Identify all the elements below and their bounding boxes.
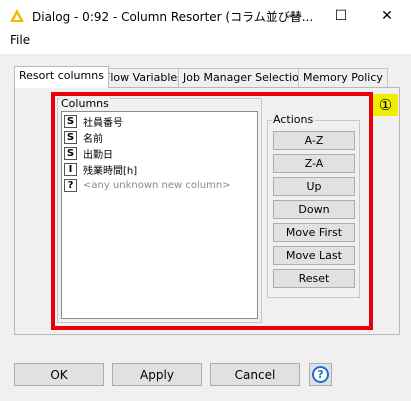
ok-button[interactable]: OK bbox=[14, 363, 104, 386]
apply-button[interactable]: Apply bbox=[112, 363, 202, 386]
menu-bar: File bbox=[0, 31, 411, 50]
knime-app-icon bbox=[10, 9, 24, 22]
tab-resort-columns[interactable]: Resort columns bbox=[14, 66, 109, 88]
help-icon: ? bbox=[312, 366, 329, 383]
close-button[interactable]: ✕ bbox=[364, 0, 410, 31]
tab-memory-policy[interactable]: Memory Policy bbox=[298, 68, 388, 87]
resort-columns-panel: Columns S 社員番号 S 名前 S 出勤日 I 残業時間[h] ? <a… bbox=[14, 87, 400, 335]
help-button[interactable]: ? bbox=[309, 363, 332, 386]
title-bar: Dialog - 0:92 - Column Resorter (コラム並び替.… bbox=[0, 0, 411, 31]
tab-job-manager-selection[interactable]: Job Manager Selection bbox=[178, 68, 311, 87]
maximize-button[interactable]: ☐ bbox=[318, 0, 364, 31]
annotation-highlight-box: ① bbox=[51, 92, 398, 330]
dialog-content: Resort columns Flow Variables Job Manage… bbox=[0, 54, 411, 401]
menu-file[interactable]: File bbox=[10, 33, 30, 47]
minimize-button[interactable]: — bbox=[272, 0, 318, 31]
annotation-number-badge: ① bbox=[373, 94, 398, 116]
cancel-button[interactable]: Cancel bbox=[210, 363, 300, 386]
tab-flow-variables[interactable]: Flow Variables bbox=[99, 68, 188, 87]
window-title: Dialog - 0:92 - Column Resorter (コラム並び替.… bbox=[32, 10, 314, 24]
